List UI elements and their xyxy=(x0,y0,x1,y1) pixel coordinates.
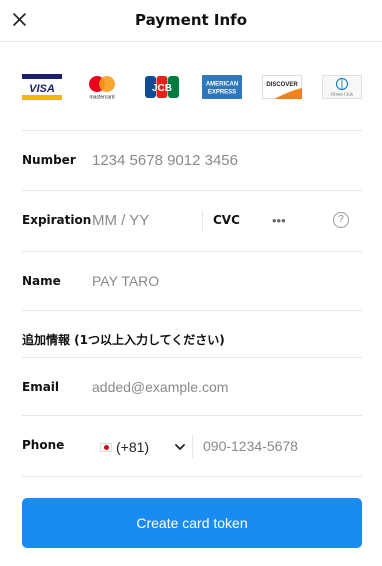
phone-input[interactable]: 090-1234-5678 xyxy=(203,438,298,454)
card-brand-logos: VISA mastercard JCB AMERICAN EXPRESS DIS… xyxy=(22,74,362,100)
amex-logo-text-top: AMERICAN xyxy=(206,82,238,88)
page-title: Payment Info xyxy=(135,11,247,29)
phone-label: Phone xyxy=(22,438,65,452)
cardholder-name-input[interactable]: PAY TARO xyxy=(92,273,159,289)
card-number-input[interactable]: 1234 5678 9012 3456 xyxy=(92,152,238,169)
create-card-token-button[interactable]: Create card token xyxy=(22,498,362,548)
discover-logo: DISCOVER xyxy=(262,75,302,99)
country-code-select[interactable]: (+81) xyxy=(100,436,186,458)
discover-logo-text: DISCOVER xyxy=(266,82,298,88)
divider xyxy=(22,310,362,311)
country-code-value: (+81) xyxy=(116,439,150,455)
divider xyxy=(22,190,362,191)
divider xyxy=(22,357,362,358)
jcb-logo-text: JCB xyxy=(152,83,172,94)
divider xyxy=(22,130,362,131)
help-icon[interactable]: ? xyxy=(333,212,349,228)
cvc-input[interactable]: ••• xyxy=(272,213,286,228)
mastercard-logo: mastercard xyxy=(89,76,115,101)
divider xyxy=(22,415,362,416)
diners-logo-text: Diners Club xyxy=(331,92,354,97)
divider xyxy=(22,476,362,477)
number-label: Number xyxy=(22,153,76,167)
additional-info-title: 追加情報 (1つ以上入力してください) xyxy=(22,333,225,347)
email-input[interactable]: added@example.com xyxy=(92,379,228,395)
amex-logo-text-bottom: EXPRESS xyxy=(208,90,236,96)
name-label: Name xyxy=(22,274,61,288)
japan-flag-icon xyxy=(100,442,112,452)
cvc-label: CVC xyxy=(213,213,240,227)
mastercard-logo-text: mastercard xyxy=(89,95,114,101)
visa-logo-text: VISA xyxy=(29,83,55,95)
email-label: Email xyxy=(22,380,60,394)
chevron-down-icon xyxy=(175,444,185,450)
expiration-input[interactable]: MM / YY xyxy=(92,212,149,229)
jcb-logo: JCB xyxy=(145,76,179,98)
expiration-label: Expiration xyxy=(22,213,92,227)
header: Payment Info xyxy=(0,0,382,42)
visa-logo: VISA xyxy=(22,74,62,100)
field-separator xyxy=(202,210,203,232)
diners-logo: Diners Club xyxy=(322,75,362,99)
amex-logo: AMERICAN EXPRESS xyxy=(202,75,242,99)
divider xyxy=(22,251,362,252)
field-separator xyxy=(192,434,193,458)
